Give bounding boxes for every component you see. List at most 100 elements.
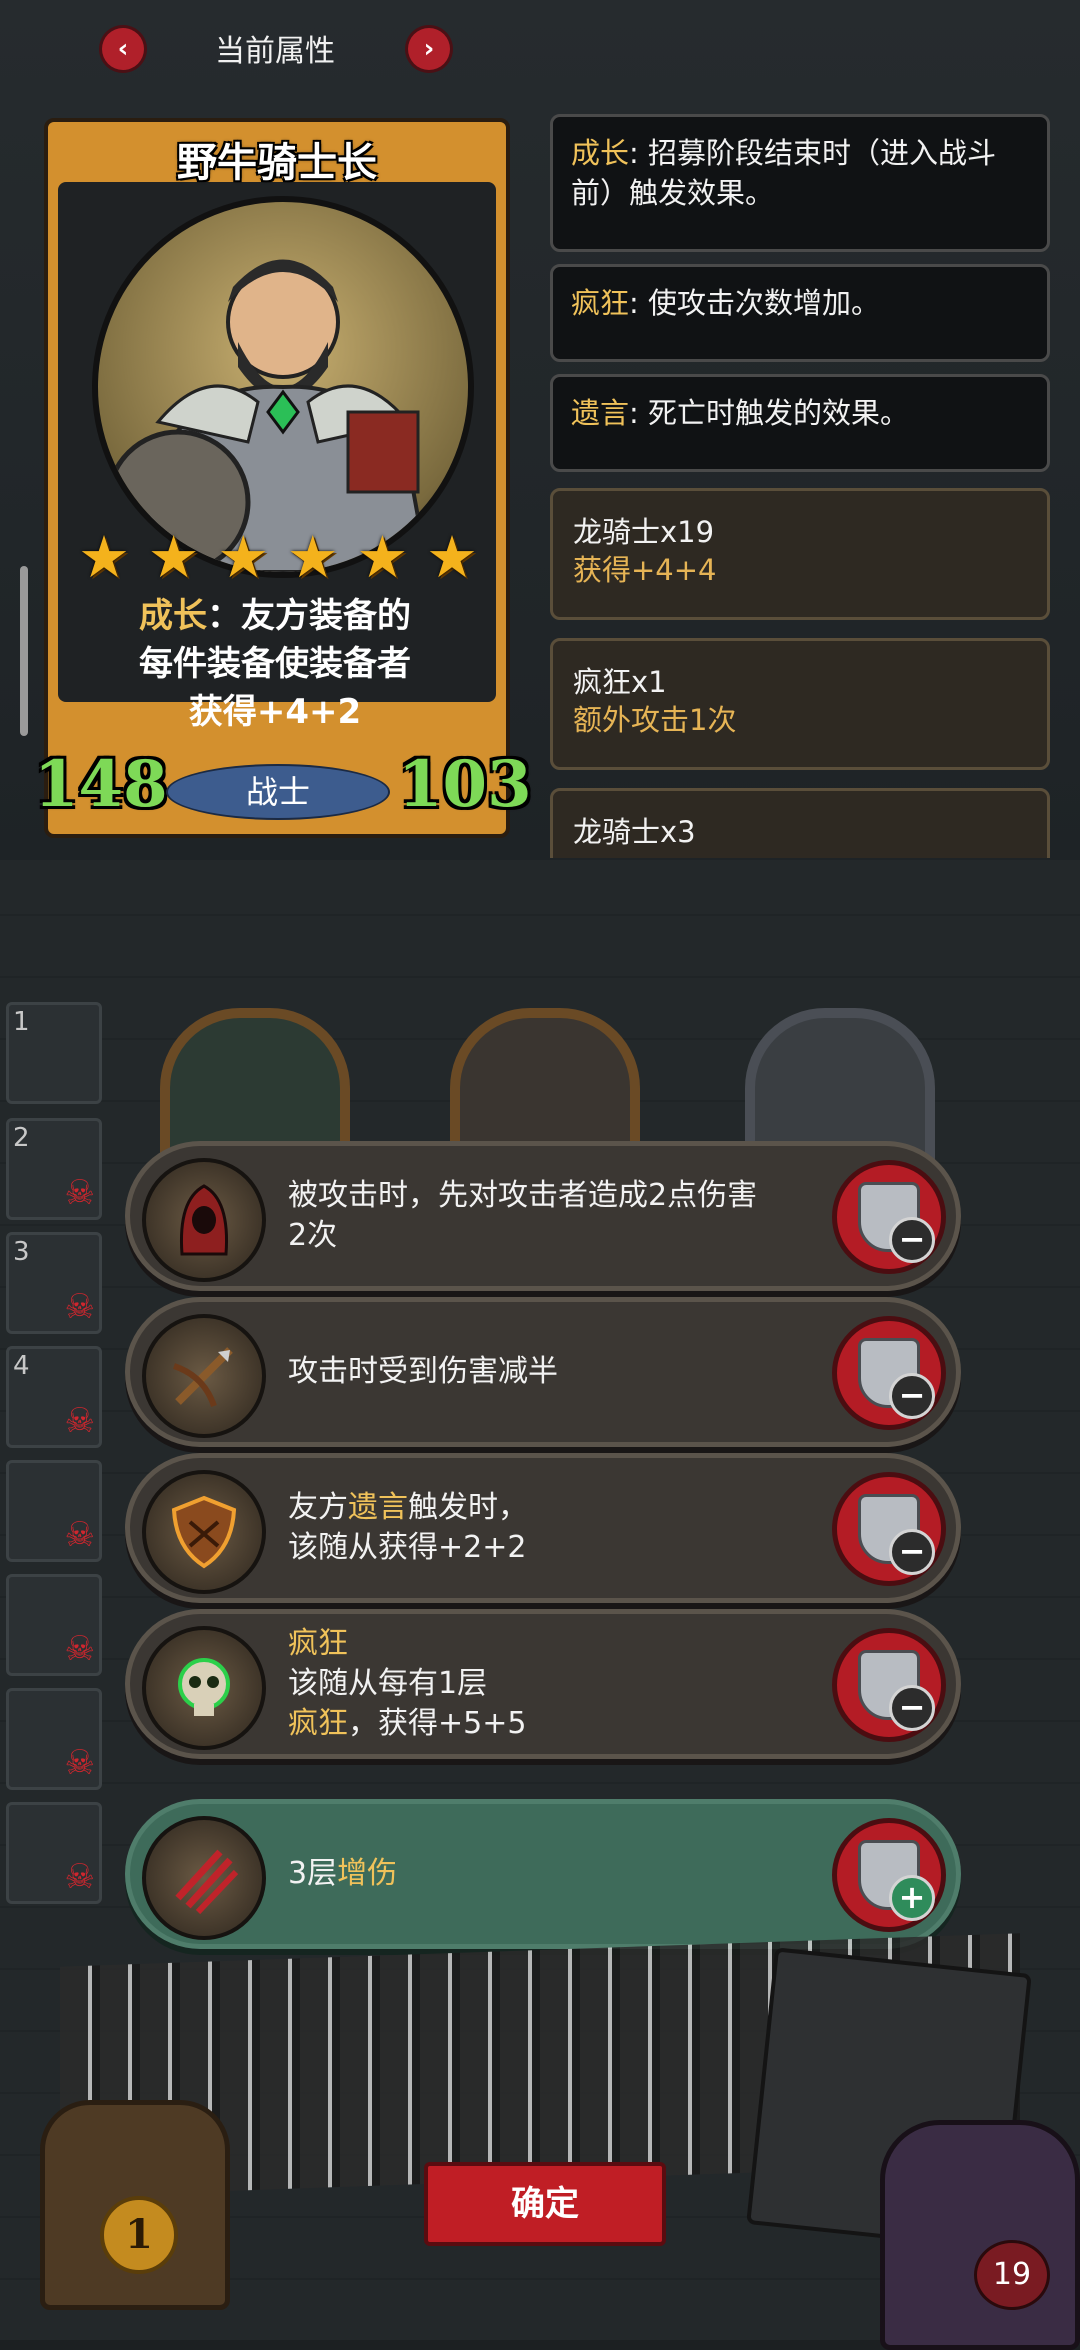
star-icon: ★: [286, 523, 339, 591]
buff-list[interactable]: 龙骑士x19 获得+4+4 疯狂x1 额外攻击1次 龙骑士x3: [550, 488, 1050, 858]
keyword-text: 死亡时触发的效果。: [648, 396, 910, 430]
option-row[interactable]: 被攻击时，先对攻击者造成2点伤害 2次 −: [130, 1146, 956, 1286]
option-text-part: 友方: [288, 1490, 348, 1525]
keyword-frenzy: 疯狂: [288, 1626, 348, 1661]
star-rating: ★ ★ ★ ★ ★ ★: [78, 527, 478, 587]
keyword-damage-boost: 增伤: [337, 1856, 398, 1891]
minus-icon: −: [889, 1373, 935, 1419]
option-line: 疯狂，获得+5+5: [288, 1704, 808, 1744]
skull-icon: ☠: [64, 1515, 95, 1555]
list-item: 龙骑士x19 获得+4+4: [550, 488, 1050, 620]
left-slot[interactable]: ☠: [6, 1574, 102, 1676]
keyword-name: 成长: [571, 136, 630, 170]
keyword-panel-frenzy: 疯狂: 使攻击次数增加。: [550, 264, 1050, 362]
next-button[interactable]: ›: [408, 28, 450, 70]
list-item: 疯狂x1 额外攻击1次: [550, 638, 1050, 770]
remove-button[interactable]: −: [832, 1316, 946, 1430]
claw-slash-icon: [142, 1816, 266, 1940]
chevron-left-icon: ‹: [117, 34, 129, 64]
option-row-selected[interactable]: 3层增伤 +: [130, 1804, 956, 1944]
skull-icon: ☠: [64, 1857, 95, 1897]
buff-name: 疯狂x1: [573, 665, 667, 699]
keyword-separator: :: [629, 396, 649, 430]
hero-health: 19: [974, 2240, 1050, 2310]
plus-icon: +: [889, 1875, 935, 1921]
class-badge: 战士: [166, 764, 390, 820]
minus-icon: −: [889, 1685, 935, 1731]
buff-effect: 额外攻击1次: [573, 703, 737, 737]
keyword-text: 使攻击次数增加。: [648, 286, 881, 320]
star-icon: ★: [217, 523, 270, 591]
option-line: 该随从获得+2+2: [288, 1530, 527, 1565]
remove-button[interactable]: −: [832, 1628, 946, 1742]
hero-portrait[interactable]: [880, 2120, 1080, 2350]
star-icon: ★: [425, 523, 478, 591]
keyword-separator: :: [629, 286, 649, 320]
left-slot[interactable]: 2 ☠: [6, 1118, 102, 1220]
left-slot[interactable]: 1: [6, 1002, 102, 1104]
remove-button[interactable]: −: [832, 1472, 946, 1586]
option-row[interactable]: 攻击时受到伤害减半 −: [130, 1302, 956, 1442]
desc-separator: ：: [207, 596, 241, 636]
health-value: 103: [398, 747, 532, 822]
prev-button[interactable]: ‹: [102, 28, 144, 70]
minus-icon: −: [889, 1529, 935, 1575]
star-icon: ★: [78, 523, 130, 591]
unit-card: 野牛骑士长 ★ ★ ★ ★ ★ ★ 成长：友方装备的 每件装备使装备者 获得+4+2 14…: [34, 118, 532, 838]
slot-number: 1: [13, 1007, 30, 1037]
option-line: 2次: [288, 1218, 338, 1253]
keyword-name: 疯狂: [571, 286, 630, 320]
option-text: 3层增伤: [288, 1804, 808, 1944]
desc-line-2: 每件装备使装备者: [139, 644, 411, 684]
list-item: 龙骑士x3: [550, 788, 1050, 858]
keyword-name: 遗言: [571, 396, 630, 430]
confirm-button[interactable]: 确定: [424, 2162, 666, 2246]
star-icon: ★: [356, 523, 409, 591]
shield-icon: −: [858, 1650, 935, 1731]
left-slot[interactable]: ☠: [6, 1460, 102, 1562]
green-skull-icon: [142, 1626, 266, 1750]
skull-icon: ☠: [64, 1401, 95, 1441]
shield-icon: −: [858, 1338, 935, 1419]
card-name: 野牛骑士长: [177, 140, 377, 186]
left-slot[interactable]: ☠: [6, 1802, 102, 1904]
page-title: 当前属性: [215, 34, 335, 69]
option-line: 3层增伤: [288, 1854, 808, 1894]
star-icon: ★: [147, 523, 200, 591]
shield-icon: +: [858, 1840, 935, 1921]
add-button[interactable]: +: [832, 1818, 946, 1932]
option-line: 攻击时受到伤害减半: [288, 1354, 558, 1389]
option-text: 攻击时受到伤害减半: [288, 1302, 808, 1442]
option-text: 疯狂 该随从每有1层 疯狂，获得+5+5: [288, 1614, 808, 1754]
desc-line-3: 获得+4+2: [188, 692, 362, 732]
attack-value: 148: [34, 747, 168, 822]
card-description: 成长：友方装备的 每件装备使装备者 获得+4+2: [70, 592, 480, 736]
option-line: 该随从每有1层: [288, 1666, 488, 1701]
slot-number: 4: [13, 1351, 30, 1381]
left-slot[interactable]: 3 ☠: [6, 1232, 102, 1334]
knight-portrait: [92, 196, 474, 578]
minus-icon: −: [889, 1217, 935, 1263]
keyword-deathrattle: 遗言: [348, 1490, 408, 1525]
option-text: 被攻击时，先对攻击者造成2点伤害 2次: [288, 1146, 808, 1286]
keyword-separator: :: [629, 136, 649, 170]
keyword-panel-deathrattle: 遗言: 死亡时触发的效果。: [550, 374, 1050, 472]
scrollbar[interactable]: [20, 566, 28, 736]
slot-number: 2: [13, 1123, 30, 1153]
wooden-shield-icon: [142, 1470, 266, 1594]
hooded-figure-icon: [142, 1158, 266, 1282]
shield-icon: −: [858, 1494, 935, 1575]
shield-icon: −: [858, 1182, 935, 1263]
option-text-part: 触发时，: [408, 1490, 528, 1525]
skull-icon: ☠: [64, 1629, 95, 1669]
left-slot[interactable]: ☠: [6, 1688, 102, 1790]
remove-button[interactable]: −: [832, 1160, 946, 1274]
option-text: 友方遗言触发时， 该随从获得+2+2: [288, 1458, 808, 1598]
option-text-part: ，获得+5+5: [348, 1706, 527, 1741]
option-row[interactable]: 友方遗言触发时， 该随从获得+2+2 −: [130, 1458, 956, 1598]
option-row[interactable]: 疯狂 该随从每有1层 疯狂，获得+5+5 −: [130, 1614, 956, 1754]
option-text-part: 3层: [288, 1856, 338, 1891]
left-slot[interactable]: 4 ☠: [6, 1346, 102, 1448]
slot-number: 3: [13, 1237, 30, 1267]
buff-effect: 获得+4+4: [573, 553, 717, 587]
